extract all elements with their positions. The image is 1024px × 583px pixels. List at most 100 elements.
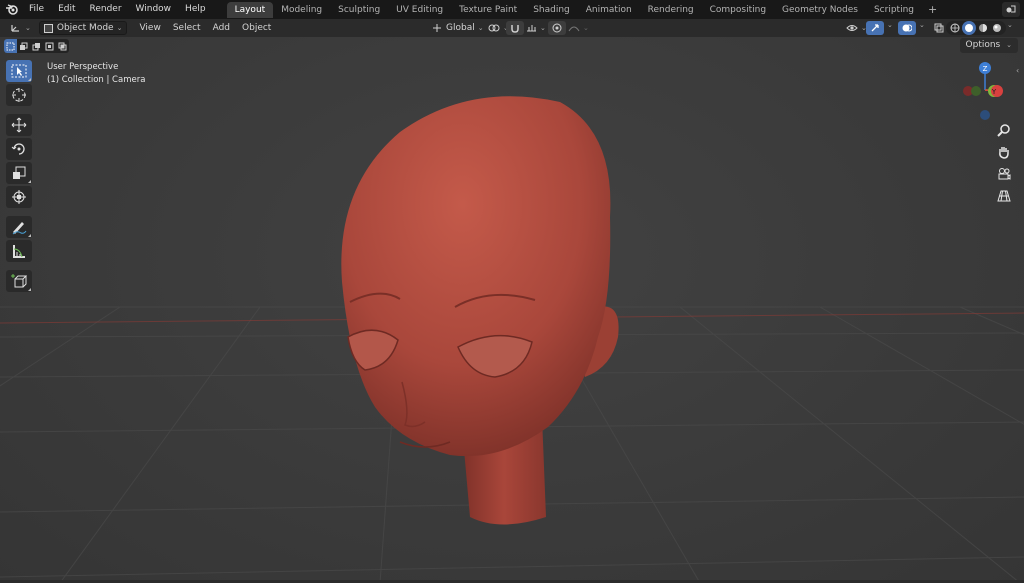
- pivot-icon: [488, 24, 500, 32]
- falloff-dropdown[interactable]: ⌄: [564, 21, 593, 35]
- options-label: Options: [965, 40, 1001, 50]
- tab-geometry-nodes[interactable]: Geometry Nodes: [774, 2, 866, 18]
- transform-icon: [12, 190, 26, 204]
- camera-view-button[interactable]: [993, 164, 1015, 184]
- gizmo-toggle[interactable]: [866, 21, 884, 35]
- select-intersect-icon: [58, 42, 67, 50]
- menu-edit[interactable]: Edit: [51, 0, 82, 19]
- material-preview-button[interactable]: [976, 21, 990, 35]
- select-extend-icon: [20, 42, 28, 50]
- select-invert-mode[interactable]: [43, 39, 56, 53]
- orientation-icon: [433, 24, 441, 32]
- tab-animation[interactable]: Animation: [578, 2, 640, 18]
- navigation-gizmo[interactable]: Z Y: [956, 60, 1004, 122]
- perspective-toggle-button[interactable]: [993, 186, 1015, 206]
- proportional-edit-icon: [552, 23, 562, 33]
- select-intersect-mode[interactable]: [56, 39, 69, 53]
- perspective-label: User Perspective: [47, 62, 119, 72]
- rotate-icon: [11, 143, 25, 155]
- tab-modeling[interactable]: Modeling: [273, 2, 330, 18]
- tab-uv-editing[interactable]: UV Editing: [388, 2, 451, 18]
- tab-scripting[interactable]: Scripting: [866, 2, 922, 18]
- shading-dropdown[interactable]: ⌄: [1007, 21, 1013, 29]
- scene-icon[interactable]: [1002, 2, 1020, 17]
- pan-button[interactable]: [993, 142, 1015, 162]
- wireframe-shading-button[interactable]: [948, 21, 962, 35]
- tab-rendering[interactable]: Rendering: [640, 2, 702, 18]
- mode-label: Object Mode: [56, 23, 114, 33]
- pencil-icon: [12, 222, 27, 235]
- top-menu-bar: File Edit Render Window Help Layout Mode…: [0, 0, 1024, 19]
- select-new-mode[interactable]: [4, 39, 17, 53]
- tool-shelf: [6, 60, 34, 294]
- workspace-tabs: Layout Modeling Sculpting UV Editing Tex…: [226, 0, 944, 19]
- tab-texture-paint[interactable]: Texture Paint: [451, 2, 525, 18]
- grid-perspective-icon: [997, 190, 1011, 202]
- transform-tool[interactable]: [6, 186, 32, 208]
- orientation-label: Global: [446, 23, 475, 33]
- scale-tool[interactable]: [6, 162, 32, 184]
- select-box-tool[interactable]: [6, 60, 32, 82]
- viewport-header: ⌄ Object Mode ⌄ View Select Add Object G…: [0, 19, 1024, 37]
- add-menu[interactable]: Add: [207, 23, 236, 33]
- tab-sculpting[interactable]: Sculpting: [330, 2, 388, 18]
- overlays-icon: [902, 24, 912, 32]
- menu-help[interactable]: Help: [178, 0, 213, 19]
- menu-file[interactable]: File: [22, 0, 51, 19]
- head-model[interactable]: [341, 96, 619, 525]
- 3d-viewport[interactable]: [0, 37, 1024, 583]
- zoom-button[interactable]: [993, 120, 1015, 140]
- snap-target-dropdown[interactable]: ⌄: [522, 21, 550, 35]
- measure-tool[interactable]: [6, 240, 32, 262]
- tab-layout[interactable]: Layout: [226, 1, 274, 18]
- selection-mode-group: [4, 39, 69, 53]
- hand-icon: [999, 147, 1009, 159]
- tab-compositing[interactable]: Compositing: [702, 2, 774, 18]
- annotate-tool[interactable]: [6, 216, 32, 238]
- select-extend-mode[interactable]: [17, 39, 30, 53]
- add-workspace-button[interactable]: +: [922, 3, 943, 16]
- gizmo-y-label: Y: [991, 88, 997, 96]
- eye-icon: [846, 25, 858, 31]
- rotate-tool[interactable]: [6, 138, 32, 160]
- rendered-icon: [993, 24, 1001, 32]
- add-cube-tool[interactable]: [6, 270, 32, 292]
- orientation-dropdown[interactable]: Global ⌄: [428, 21, 488, 35]
- select-subtract-mode[interactable]: [30, 39, 43, 53]
- overlays-dropdown[interactable]: ⌄: [919, 21, 925, 29]
- 3d-cursor-icon: [12, 88, 26, 102]
- falloff-curve-icon: [568, 26, 580, 32]
- mode-dropdown[interactable]: Object Mode ⌄: [38, 21, 128, 35]
- blender-logo-icon[interactable]: [0, 0, 22, 19]
- gizmo-dropdown[interactable]: ⌄: [887, 21, 893, 29]
- object-menu[interactable]: Object: [236, 23, 277, 33]
- editor-type-dropdown[interactable]: ⌄: [6, 21, 35, 35]
- add-cube-icon: [11, 274, 27, 288]
- view-menu[interactable]: View: [133, 23, 166, 33]
- cursor-arrow-icon: [11, 64, 27, 78]
- ruler-icon: [13, 245, 25, 258]
- menu-render[interactable]: Render: [83, 0, 129, 19]
- scale-icon: [13, 166, 26, 179]
- gizmo-z-label: Z: [983, 65, 988, 73]
- gizmo-icon: [871, 24, 879, 32]
- magnet-icon: [511, 25, 519, 33]
- axes-icon: [11, 25, 19, 32]
- cursor-tool[interactable]: [6, 84, 32, 106]
- magnifier-icon: [997, 124, 1010, 137]
- solid-shading-button[interactable]: [962, 21, 976, 35]
- move-tool[interactable]: [6, 114, 32, 136]
- solid-icon: [965, 24, 973, 32]
- rendered-shading-button[interactable]: [990, 21, 1004, 35]
- overlays-toggle[interactable]: [898, 21, 916, 35]
- viewport-grid: [0, 96, 1024, 583]
- sidebar-toggle-icon[interactable]: ‹: [1016, 66, 1024, 76]
- material-icon: [979, 24, 987, 32]
- select-menu[interactable]: Select: [167, 23, 207, 33]
- tab-shading[interactable]: Shading: [525, 2, 578, 18]
- menu-window[interactable]: Window: [129, 0, 179, 19]
- collection-label: (1) Collection | Camera: [47, 75, 146, 85]
- select-subtract-icon: [32, 42, 40, 50]
- options-dropdown[interactable]: Options ⌄: [959, 38, 1018, 53]
- move-arrows-icon: [11, 117, 27, 133]
